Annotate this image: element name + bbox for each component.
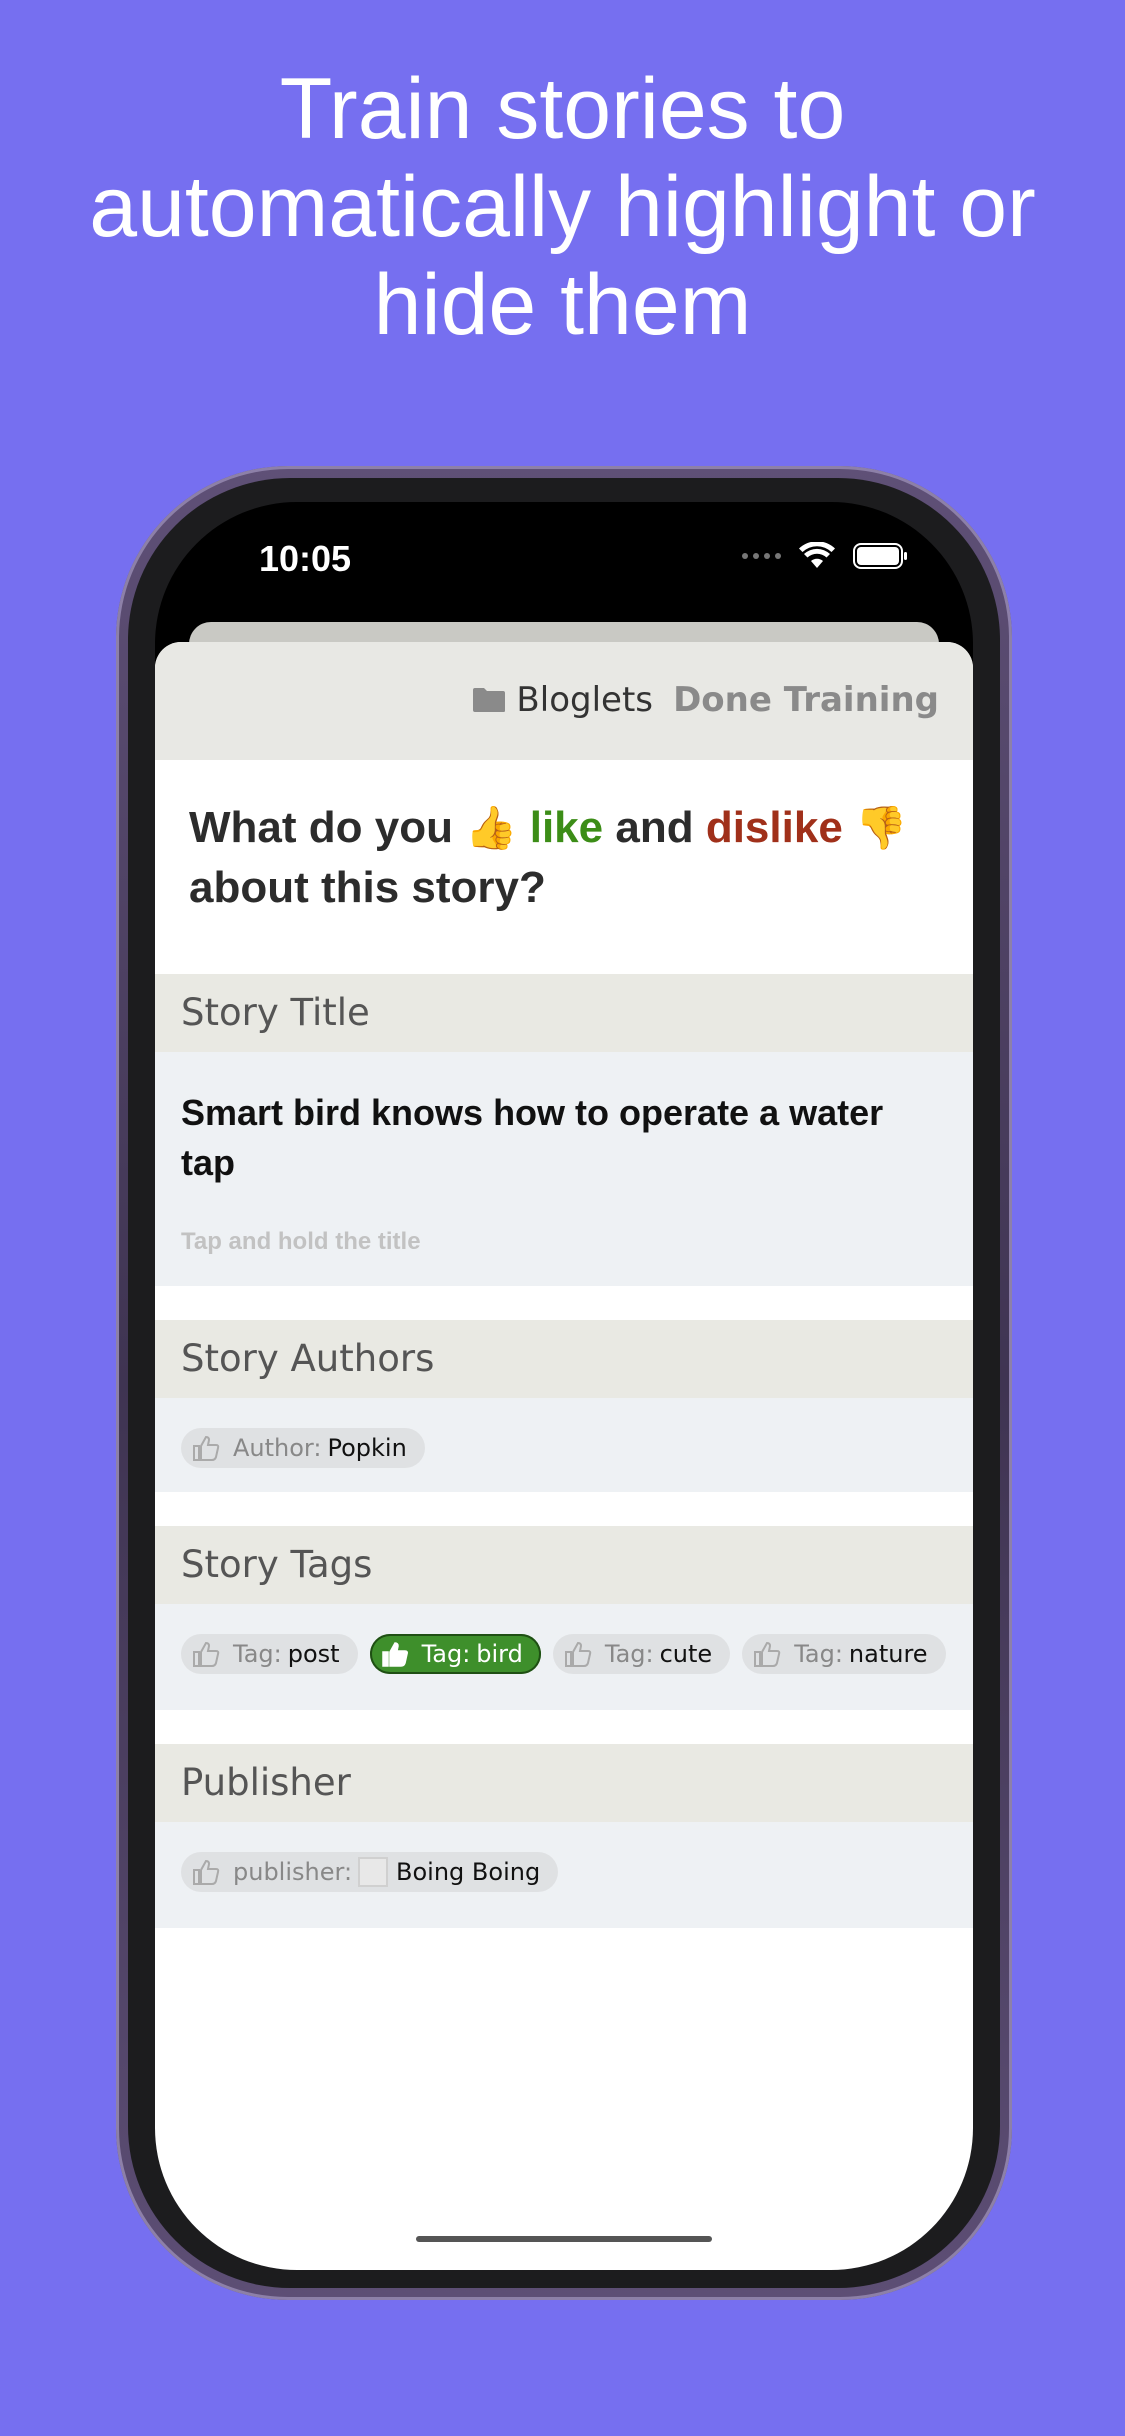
thumbs-down-emoji: 👎 [855,804,908,851]
story-title[interactable]: Smart bird knows how to operate a water … [181,1088,947,1188]
publisher-chips: publisher: Boing Boing [155,1822,973,1928]
authors-chips: Author: Popkin [155,1398,973,1492]
thumbs-up-emoji: 👍 [465,804,518,851]
done-training-button[interactable]: Done Training [673,680,939,720]
thumbs-up-icon [193,1435,220,1461]
tag-chip-post[interactable]: Tag: post [181,1634,358,1674]
training-question: What do you 👍 like and dislike 👎 about t… [155,760,973,974]
question-suffix: about this story? [189,863,546,912]
question-and: and [615,803,694,852]
nav-bar: Bloglets Done Training [155,642,973,760]
headline-line-1: Train stories to [279,61,846,157]
tag-chip-cute[interactable]: Tag: cute [552,1634,731,1674]
story-title-section: Smart bird knows how to operate a water … [155,1052,973,1286]
section-header-tags: Story Tags [155,1526,973,1604]
section-header-title: Story Title [155,974,973,1052]
section-header-authors: Story Authors [155,1320,973,1398]
headline-line-2: automatically highlight or [89,159,1036,255]
question-prefix: What do you [189,803,453,852]
wifi-icon [799,542,835,568]
publisher-favicon [358,1857,389,1887]
phone-screen: 10:05 Bloglets Done Training What do you [155,502,973,2270]
home-indicator [416,2236,712,2242]
training-sheet: Bloglets Done Training What do you 👍 lik… [155,642,973,2270]
battery-icon [853,543,907,569]
thumbs-up-icon [381,1642,408,1667]
tag-chip-nature[interactable]: Tag: nature [742,1634,946,1674]
cellular-icon [742,553,781,559]
tags-chips: Tag: post Tag: bird Tag: cute Tag: natur… [155,1604,973,1710]
headline-line-3: hide them [373,257,752,353]
like-word: like [529,803,604,852]
section-header-publisher: Publisher [155,1744,973,1822]
headline: Train stories to automatically highlight… [0,60,1125,354]
folder-button[interactable]: Bloglets [472,680,653,720]
thumbs-up-icon [754,1641,781,1667]
thumbs-up-icon [564,1641,592,1667]
author-chip[interactable]: Author: Popkin [181,1428,425,1468]
title-hint: Tap and hold the title [181,1228,421,1255]
thumbs-up-icon [193,1859,220,1885]
folder-name: Bloglets [516,680,653,720]
publisher-chip[interactable]: publisher: Boing Boing [181,1852,559,1892]
status-icons [742,542,909,570]
status-time: 10:05 [259,538,352,579]
tag-chip-bird[interactable]: Tag: bird [369,1634,541,1674]
dislike-word: dislike [705,803,843,852]
thumbs-up-icon [193,1641,220,1667]
folder-icon [473,688,506,712]
